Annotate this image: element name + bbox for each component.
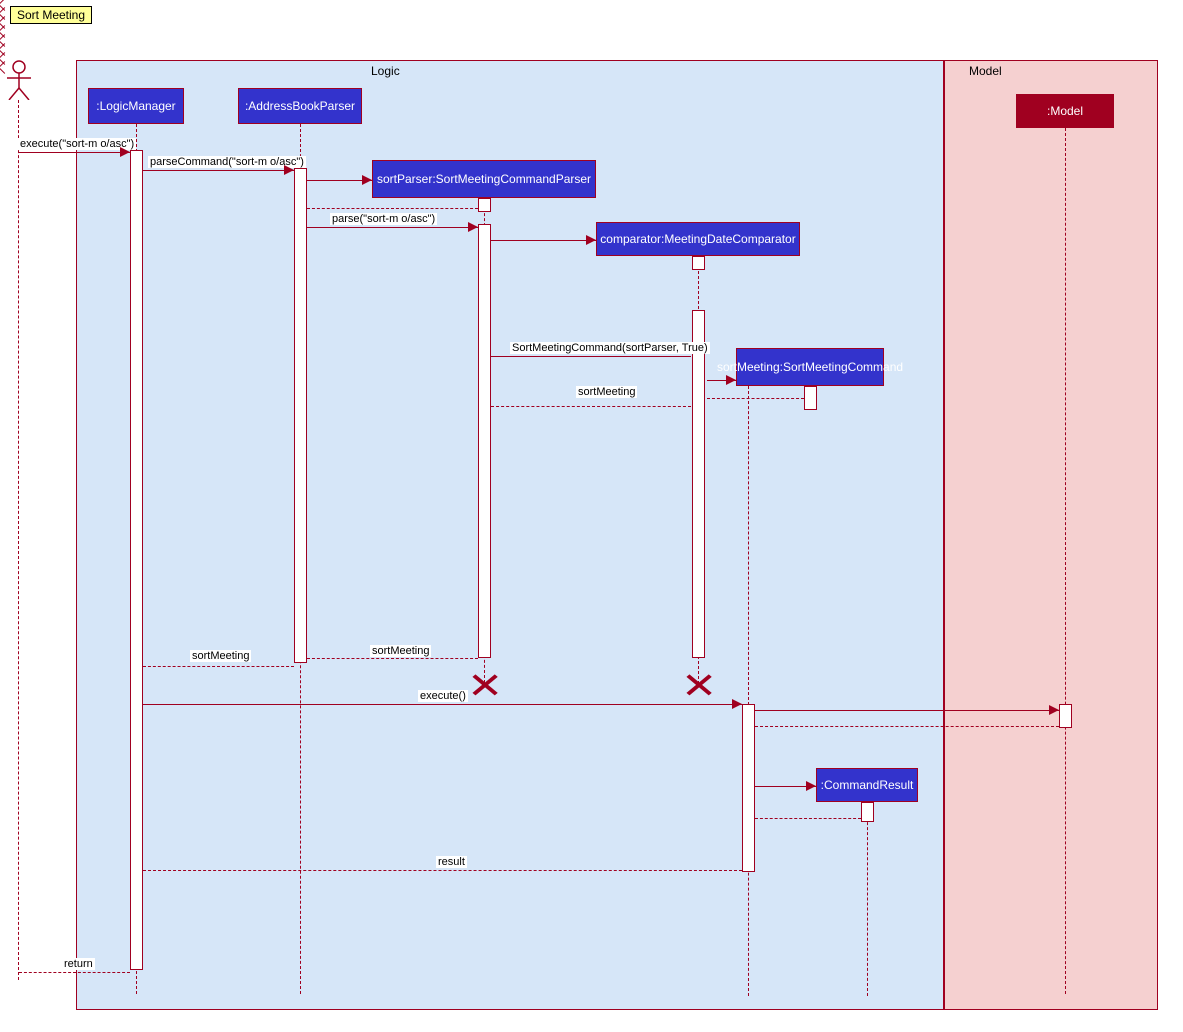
msg-parse-label: parse("sort-m o/asc") bbox=[330, 213, 437, 225]
msg-execute-arrow bbox=[120, 147, 130, 157]
msg-parsecommand-label: parseCommand("sort-m o/asc") bbox=[148, 156, 306, 168]
lifeline-actor bbox=[18, 100, 19, 980]
activation-comparator bbox=[692, 310, 705, 658]
msg-smc-label: SortMeetingCommand(sortParser, True) bbox=[510, 342, 710, 354]
msg-parsecommand-arrow bbox=[284, 165, 294, 175]
msg-parsecommand-line bbox=[143, 170, 294, 171]
msg-sm-return1-label: sortMeeting bbox=[576, 386, 637, 398]
participant-command-result: :CommandResult bbox=[816, 768, 918, 802]
frame-model: Model bbox=[944, 60, 1158, 1010]
msg-sm-return3-label: sortMeeting bbox=[190, 650, 251, 662]
msg-sm-return1-line bbox=[491, 406, 691, 407]
msg-model-return-line bbox=[755, 726, 1059, 727]
activation-model bbox=[1059, 704, 1072, 728]
msg-parse-line bbox=[307, 227, 478, 228]
participant-model: :Model bbox=[1016, 94, 1114, 128]
activation-comparator-small bbox=[692, 256, 705, 270]
msg-execute-line bbox=[19, 152, 130, 153]
frame-logic: Logic bbox=[76, 60, 944, 1010]
lifeline-sort-meeting bbox=[748, 386, 749, 996]
msg-tomodel-arrow bbox=[1049, 705, 1059, 715]
destroy-sortparser-icon: ✕ bbox=[467, 674, 503, 698]
activation-sortmeeting-exec bbox=[742, 704, 755, 872]
msg-create-cr-arrow bbox=[806, 781, 816, 791]
msg-execute-label: execute("sort-m o/asc") bbox=[18, 138, 136, 150]
msg-smc-line1 bbox=[491, 356, 691, 357]
msg-create-sortparser-arrow bbox=[362, 175, 372, 185]
msg-sm-return3-line bbox=[143, 666, 294, 667]
msg-return-line bbox=[19, 972, 130, 973]
activation-abp bbox=[294, 168, 307, 663]
frame-model-label: Model bbox=[965, 64, 1006, 78]
participant-logic-manager: :LogicManager bbox=[88, 88, 184, 124]
activation-sortparser-small bbox=[478, 198, 491, 212]
activation-logic-manager bbox=[130, 150, 143, 970]
activation-commandresult bbox=[861, 802, 874, 822]
lifeline-command-result bbox=[867, 802, 868, 996]
lifeline-model bbox=[1065, 128, 1066, 994]
destroy-comparator-icon: ✕ bbox=[681, 674, 717, 698]
participant-comparator: comparator:MeetingDateComparator bbox=[596, 222, 800, 256]
msg-execute2-arrow bbox=[732, 699, 742, 709]
activation-sortparser bbox=[478, 224, 491, 658]
msg-result-line bbox=[143, 870, 742, 871]
msg-create-comparator-line bbox=[491, 240, 596, 241]
msg-cr-return-line bbox=[755, 818, 861, 819]
msg-tomodel-line bbox=[755, 710, 1059, 711]
msg-result-label: result bbox=[436, 856, 467, 868]
participant-sort-meeting: sortMeeting:SortMeetingCommand bbox=[736, 348, 884, 386]
msg-execute2-line bbox=[143, 704, 742, 705]
diagram-title: Sort Meeting bbox=[10, 6, 92, 24]
msg-create-comparator-arrow bbox=[586, 235, 596, 245]
msg-sm-return1-line2 bbox=[707, 398, 804, 399]
msg-create-sortparser-return bbox=[307, 208, 478, 209]
msg-return-label: return bbox=[62, 958, 95, 970]
msg-sm-return2-line bbox=[307, 658, 478, 659]
msg-sm-return2-label: sortMeeting bbox=[370, 645, 431, 657]
msg-execute2-label: execute() bbox=[418, 690, 468, 702]
msg-smc-arrow bbox=[726, 375, 736, 385]
participant-sort-parser: sortParser:SortMeetingCommandParser bbox=[372, 160, 596, 198]
frame-logic-label: Logic bbox=[367, 64, 404, 78]
activation-sortmeeting-1 bbox=[804, 386, 817, 410]
msg-parse-arrow bbox=[468, 222, 478, 232]
participant-address-book-parser: :AddressBookParser bbox=[238, 88, 362, 124]
